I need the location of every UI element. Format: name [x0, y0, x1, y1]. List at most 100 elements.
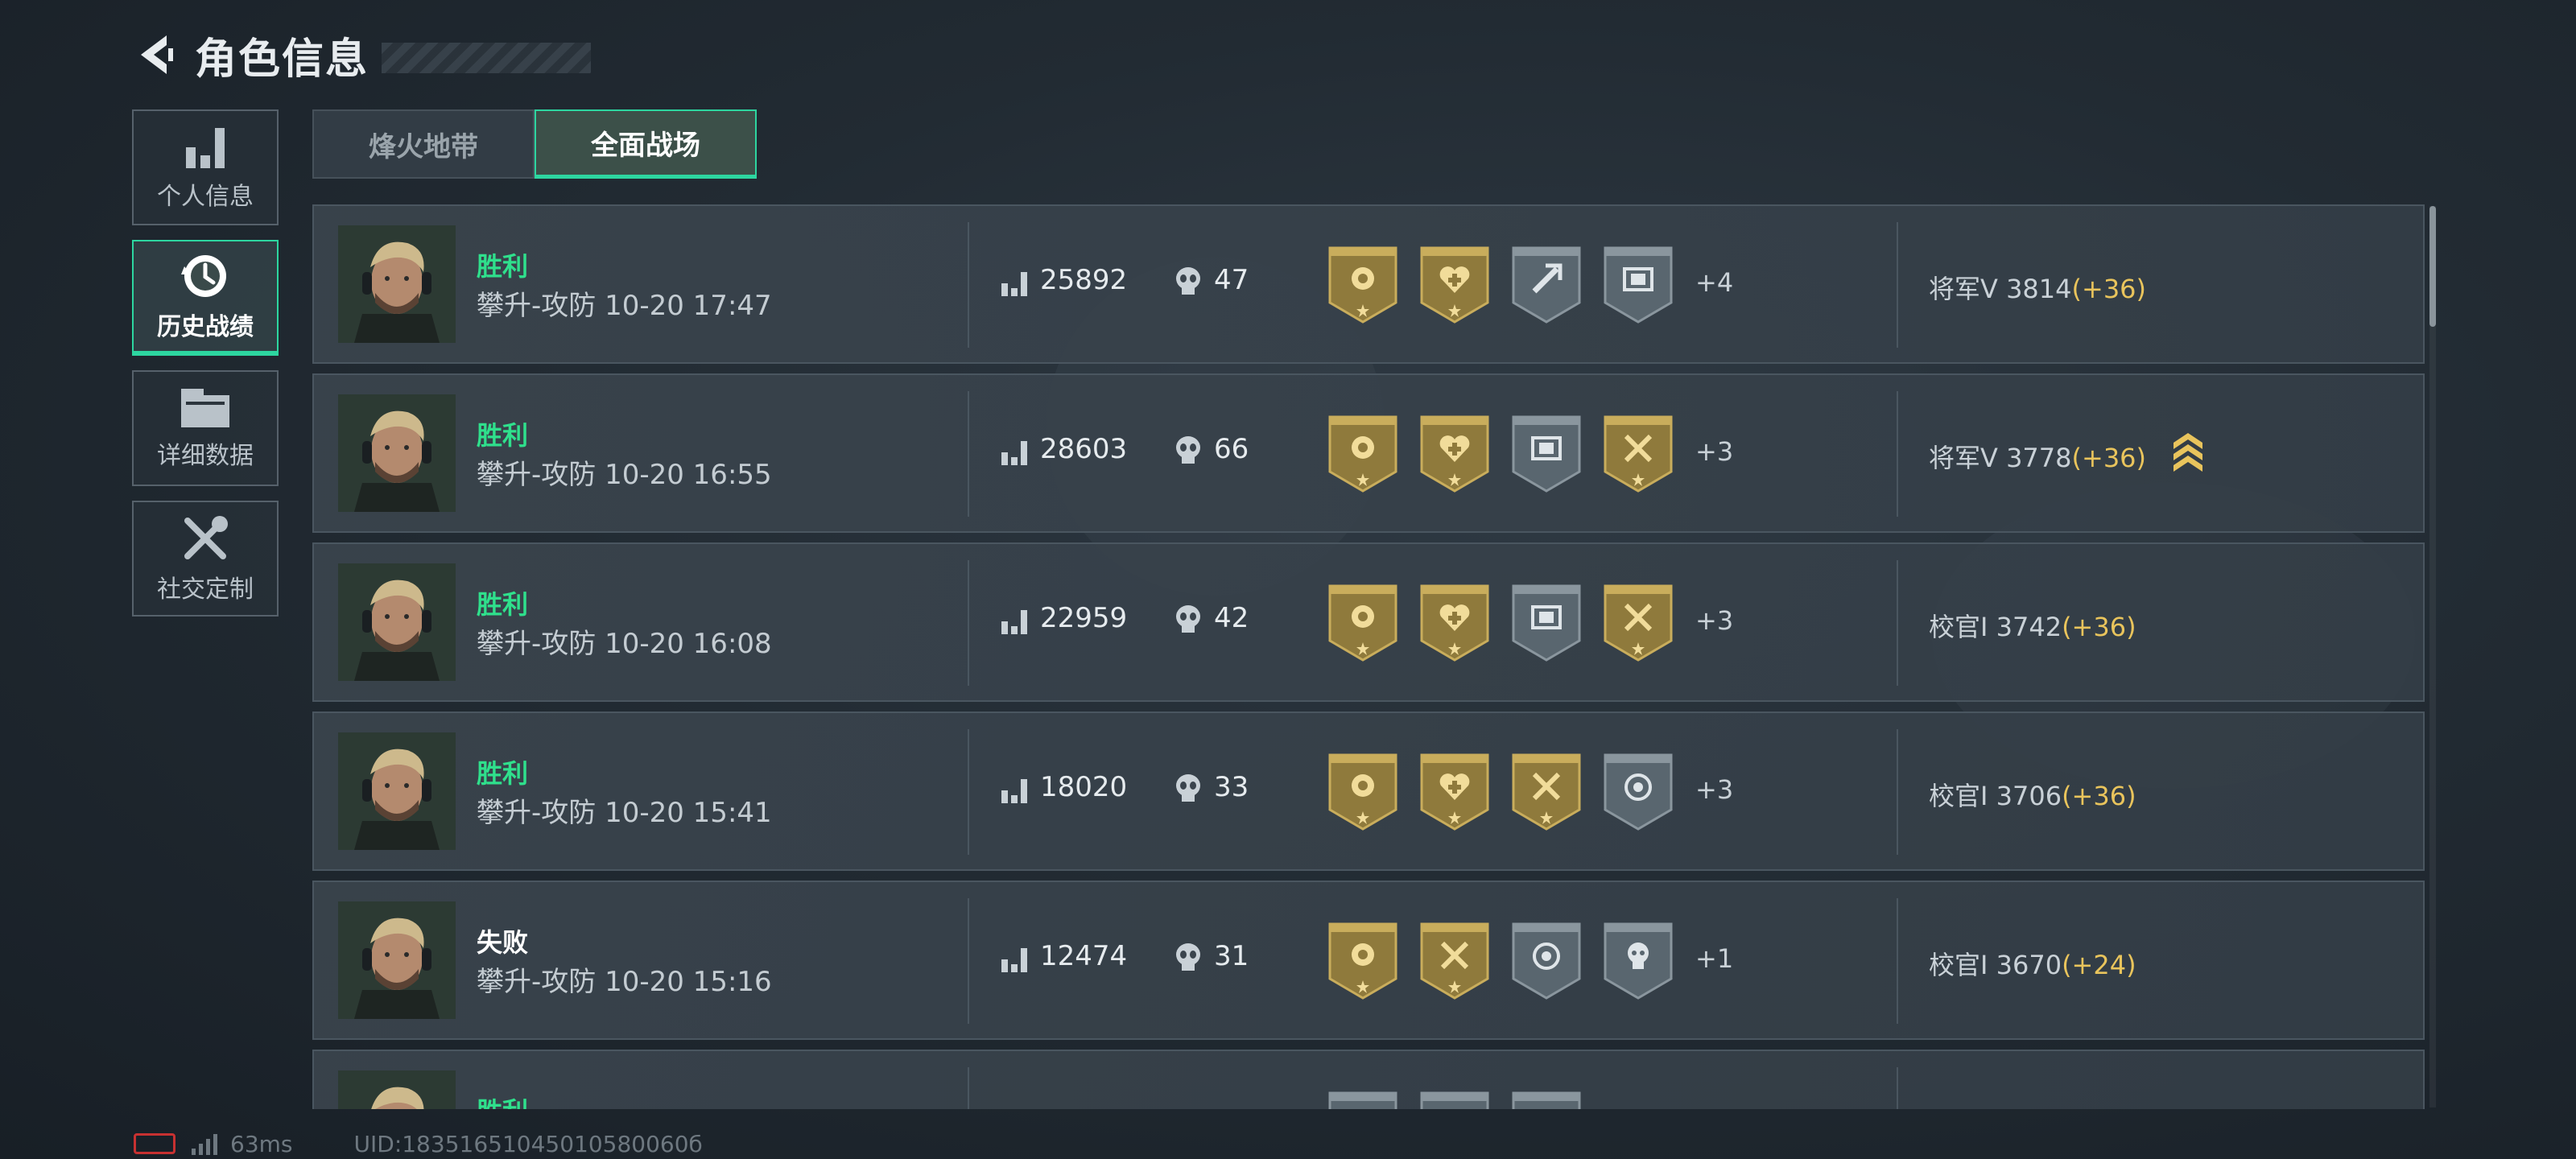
tab-warzone[interactable]: 烽火地带: [312, 109, 535, 179]
gold-axes-badge-icon[interactable]: [1602, 583, 1674, 663]
avatar: [338, 225, 456, 343]
rank-gain: (+36): [2062, 781, 2136, 811]
signal-icon: [192, 1132, 221, 1155]
folder-icon: [181, 389, 229, 427]
rank-score: 将军V 3814: [1929, 274, 2072, 304]
gray-round-badge-icon[interactable]: [1418, 1090, 1491, 1109]
sidebar-item-personal-info[interactable]: 个人信息: [132, 109, 279, 225]
gold-rose-badge-icon[interactable]: [1327, 921, 1399, 1001]
score-value: 28603: [1040, 433, 1128, 465]
gold-heart-badge-icon[interactable]: [1418, 245, 1491, 325]
gold-heart-badge-icon[interactable]: [1418, 583, 1491, 663]
match-record-row[interactable]: 胜利 攀升-攻防 10-20 16:55 28603 66 +3 将军V 3778…: [312, 373, 2425, 533]
rank-score: 校官Ⅰ 3706: [1929, 781, 2062, 811]
match-result: 胜利: [477, 1091, 528, 1109]
sidebar-item-detailed-data[interactable]: 详细数据: [132, 370, 279, 486]
tab-full-battlefield[interactable]: 全面战场: [535, 109, 757, 179]
gold-axes-badge-icon[interactable]: [1602, 414, 1674, 494]
divider: [968, 560, 969, 686]
rank-gain: (+36): [2071, 274, 2147, 304]
sidebar-item-history[interactable]: 历史战绩: [132, 240, 279, 356]
divider: [1897, 729, 1898, 855]
gray-supply-badge-icon[interactable]: [1510, 583, 1583, 663]
match-record-row[interactable]: 胜利 攀升-攻防 10-20 16:08 22959 42 +3 校官Ⅰ 3742…: [312, 542, 2425, 702]
gold-heart-badge-icon[interactable]: [1418, 752, 1491, 832]
avatar: [338, 394, 456, 512]
sidebar-item-label: 详细数据: [157, 442, 254, 470]
badge-list: [1327, 921, 1694, 1001]
kills-value: 31: [1214, 940, 1249, 972]
kills-skull-icon: [1176, 774, 1200, 802]
gray-target-skull-badge-icon[interactable]: [1602, 752, 1674, 832]
match-mode-time: 攀升-攻防 10-20 17:47: [477, 290, 772, 322]
rank-info: 校官Ⅰ 3706(+36): [1929, 776, 2136, 813]
rank-info: 将军V 3778(+36): [1929, 438, 2146, 475]
header: 角色信息: [129, 23, 592, 87]
match-result: 胜利: [477, 758, 529, 789]
sidebar-item-social[interactable]: 社交定制: [132, 501, 279, 617]
sidebar-item-label: 个人信息: [157, 183, 254, 211]
match-record-row[interactable]: 胜利 攀升-攻防 10-20 17:47 25892 47 +4 将军V 3814…: [312, 204, 2425, 364]
match-mode-time: 攀升-攻防 10-20 16:55: [477, 459, 772, 491]
badge-list: [1327, 245, 1694, 325]
scrollbar-track: [2429, 206, 2436, 1107]
gray-skull-badge-icon[interactable]: [1602, 921, 1674, 1001]
gold-rose-badge-icon[interactable]: [1327, 583, 1399, 663]
score-icon: [1001, 272, 1027, 296]
gold-rose-badge-icon[interactable]: [1327, 245, 1399, 325]
gray-crosshair-badge-icon[interactable]: [1510, 921, 1583, 1001]
match-record-row[interactable]: 胜利 攀升-攻防 10-20 15:41 18020 33 +3 校官Ⅰ 3706…: [312, 711, 2425, 871]
avatar: [338, 563, 456, 681]
divider: [1897, 560, 1898, 686]
kills-value: 47: [1214, 264, 1249, 296]
match-result: 胜利: [477, 251, 529, 282]
uid-text: UID:18351651045010580060б: [353, 1130, 703, 1157]
kills-skull-icon: [1176, 605, 1200, 633]
gray-supply-badge-icon[interactable]: [1510, 414, 1583, 494]
gold-rose-badge-icon[interactable]: [1327, 414, 1399, 494]
back-arrow-icon: [141, 35, 173, 74]
match-mode-time: 攀升-攻防 10-20 16:08: [477, 628, 772, 660]
gray-supply-badge-icon[interactable]: [1602, 245, 1674, 325]
kills-value: 42: [1214, 602, 1249, 634]
sidebar: 个人信息 历史战绩 详细数据 社交定制: [132, 109, 282, 631]
match-mode-time: 攀升-攻防 10-20 15:16: [477, 966, 772, 998]
sidebar-item-label: 历史战绩: [157, 313, 254, 341]
divider: [1897, 391, 1898, 517]
divider: [968, 729, 969, 855]
match-result: 失败: [477, 927, 529, 958]
match-result: 胜利: [477, 589, 529, 620]
match-history-list[interactable]: 胜利 攀升-攻防 10-20 17:47 25892 47 +4 将军V 3814…: [312, 204, 2425, 1109]
extra-badges-count[interactable]: +3: [1695, 605, 1733, 636]
extra-badges-count[interactable]: +4: [1695, 267, 1733, 298]
rank-info: 将军V 3814(+36): [1929, 269, 2146, 306]
gold-rose-badge-icon[interactable]: [1327, 752, 1399, 832]
avatar: [338, 1070, 456, 1109]
mode-tabs: 烽火地带 全面战场: [312, 109, 757, 179]
extra-badges-count[interactable]: +1: [1695, 943, 1733, 974]
rank-score: 校官Ⅰ 3670: [1929, 950, 2062, 980]
match-record-row[interactable]: 失败 攀升-攻防 10-20 15:16 12474 31 +1 校官Ⅰ 3670…: [312, 881, 2425, 1040]
back-button[interactable]: [129, 27, 185, 83]
badge-list: [1327, 752, 1694, 832]
gold-axes-badge-icon[interactable]: [1418, 921, 1491, 1001]
kills-skull-icon: [1176, 436, 1200, 464]
extra-badges-count[interactable]: +3: [1695, 436, 1733, 467]
match-record-row[interactable]: 胜利: [312, 1050, 2425, 1109]
rank-up-chevron-icon: [2174, 433, 2202, 472]
gold-axes-badge-icon[interactable]: [1510, 752, 1583, 832]
avatar: [338, 901, 456, 1019]
badge-list: [1327, 583, 1694, 663]
page-title: 角色信息: [195, 35, 369, 84]
match-result: 胜利: [477, 420, 529, 451]
gray-star-badge-icon[interactable]: [1327, 1090, 1399, 1109]
badge-list: [1327, 1090, 1602, 1109]
rank-gain: (+36): [2062, 612, 2136, 642]
gray-supply-badge-icon[interactable]: [1510, 1090, 1583, 1109]
scrollbar-thumb[interactable]: [2429, 206, 2436, 327]
ping-value: 63ms: [230, 1130, 293, 1157]
gold-heart-badge-icon[interactable]: [1418, 414, 1491, 494]
score-icon: [1001, 441, 1027, 465]
extra-badges-count[interactable]: +3: [1695, 774, 1733, 805]
gray-repair-badge-icon[interactable]: [1510, 245, 1583, 325]
